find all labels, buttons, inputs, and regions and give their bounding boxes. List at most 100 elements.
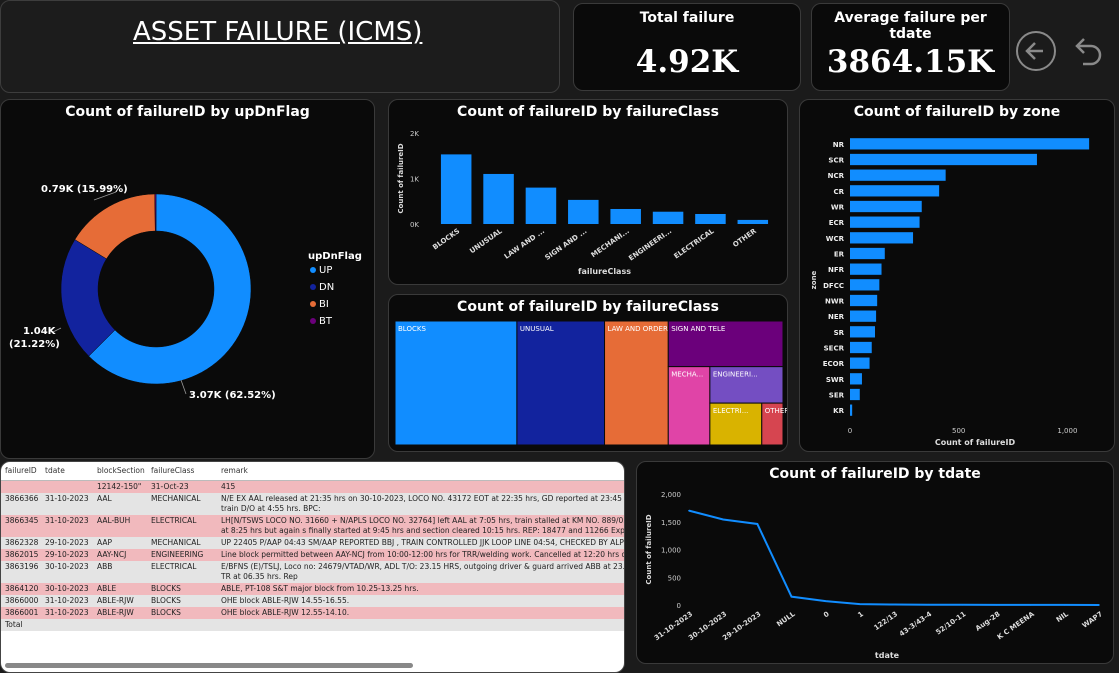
series-line	[688, 509, 1100, 606]
legend-marker-bi	[310, 301, 316, 307]
table-cell-tdate: 30-10-2023	[41, 582, 93, 595]
bar-wr	[850, 200, 922, 213]
legend-title: upDnFlag	[308, 251, 362, 262]
table-cell-remark: OHE block ABLE-RJW 12.55-14.10.	[217, 606, 624, 619]
data-label: 1.04K	[23, 326, 57, 337]
column-header-remark[interactable]: remark	[217, 462, 624, 481]
column-header-failureclass[interactable]: failureClass	[147, 462, 217, 481]
table-row[interactable]: 3862015 29-10-2023 AAY-NCJ ENGINEERING Line …	[1, 548, 624, 561]
y-tick-label: 2K	[410, 130, 419, 138]
table-row[interactable]: 3863196 30-10-2023 ABB ELECTRICAL E/BFNS (E)…	[1, 560, 624, 583]
y-tick-label: NR	[833, 141, 845, 149]
legend-label-bt: BT	[319, 316, 333, 327]
table-cell-blocksection: AAP	[93, 536, 147, 549]
y-tick-label: KR	[833, 407, 844, 415]
data-point	[688, 509, 690, 512]
bar-dfcc	[850, 279, 880, 291]
bar-swr	[850, 373, 862, 385]
column-header-failureid[interactable]: failureID	[1, 462, 41, 481]
kpi-label: Total failure	[639, 10, 735, 26]
y-tick-label: ECR	[829, 219, 845, 227]
data-point	[1064, 604, 1066, 606]
x-axis-label: Count of failureID	[935, 438, 1016, 447]
kpi-average-failure: Average failure per tdate 3864.15K	[811, 3, 1010, 91]
legend-marker-up	[310, 267, 316, 273]
x-tick-label: MECHANI...	[590, 227, 631, 259]
line-chart: 05001,0001,5002,000Count of failureID31-…	[645, 491, 1104, 660]
bar-ner	[850, 310, 877, 322]
x-tick-label: K C MEENA	[996, 610, 1036, 642]
bar-ser	[850, 388, 860, 401]
table-cell-failureid: 3866345	[1, 514, 41, 537]
table-cell-tdate: 31-10-2023	[41, 594, 93, 607]
y-axis-label: Count of failureID	[397, 143, 405, 213]
column-header-tdate[interactable]: tdate	[41, 462, 93, 481]
table-row[interactable]: 3862328 29-10-2023 AAP MECHANICAL UP 22405 P…	[1, 536, 624, 549]
class-treemap-card: Count of failureID by failureClass BLOCK…	[388, 294, 788, 452]
undo-arrow-icon	[1075, 38, 1102, 66]
table-cell-failureclass: 31-Oct-23	[147, 480, 217, 493]
page-title: ASSET FAILURE (ICMS)	[133, 17, 423, 47]
table-row[interactable]: 3866001 31-10-2023 ABLE-RJW BLOCKS OHE block…	[1, 606, 624, 619]
y-tick-label: SR	[834, 329, 845, 337]
kpi-value: 4.92K	[635, 44, 739, 80]
y-tick-label: SWR	[826, 376, 845, 384]
y-tick-label: ER	[834, 251, 845, 259]
table-cell-failureclass: BLOCKS	[147, 582, 217, 595]
y-tick-label: ECOR	[823, 360, 845, 368]
x-tick-label: 52/10-11	[934, 610, 967, 637]
table-cell-tdate: 30-10-2023	[41, 560, 93, 583]
bar-chart: 0K 1K 2K Count of failureID BLOCKS UNUSUAL LAW…	[397, 130, 769, 276]
table-row[interactable]: 3866345 31-10-2023 AAL-BUH ELECTRICAL LH[N/T…	[1, 514, 624, 537]
kpi-value: 3864.15K	[826, 44, 995, 80]
table-row[interactable]: 3866000 31-10-2023 ABLE-RJW BLOCKS OHE block…	[1, 594, 624, 607]
bar-er	[850, 247, 885, 260]
x-tick-label: 43-3/43-4	[898, 610, 933, 638]
x-tick-label: Aug-28	[974, 610, 1002, 633]
table-cell-remark: ABLE, PT-108 S&T major block from 10.25-…	[217, 582, 624, 595]
bar-5	[652, 211, 684, 224]
x-tick-label: 29-10-2023	[721, 610, 762, 642]
x-tick-label: BLOCKS	[431, 227, 461, 251]
table-cell-tdate	[41, 480, 93, 493]
table-cell-tdate	[41, 618, 93, 631]
x-tick-label: WAP7	[1081, 610, 1104, 630]
table-cell-remark: OHE block ABLE-RJW 14.55-16.55.	[217, 594, 624, 607]
bar-ecor	[850, 357, 870, 369]
y-tick-label: 1,000	[661, 547, 681, 555]
legend-label-up: UP	[319, 265, 332, 276]
x-tick-label: UNUSUAL	[468, 227, 504, 255]
table-cell-blocksection	[93, 618, 147, 631]
chart-title: Count of failureID by failureClass	[457, 299, 719, 315]
bar-0	[440, 154, 472, 224]
bar-secr	[850, 341, 872, 354]
table-row[interactable]: Total	[1, 618, 624, 631]
table-cell-failureid: 3866366	[1, 492, 41, 515]
table-cell-failureclass	[147, 618, 217, 631]
x-tick-label: NIL	[1055, 610, 1071, 624]
treemap-tile-1	[516, 320, 606, 446]
updn-chart-card: Count of failureID by upDnFlag 3.07K (62…	[0, 99, 375, 459]
treemap-label: LAW AND ORDER	[608, 325, 668, 333]
column-header-blocksection[interactable]: blockSection	[93, 462, 147, 481]
table-cell-remark: E/BFNS (E)/TSLJ, Loco no: 24679/VTAD/WR,…	[217, 560, 624, 583]
data-point	[859, 603, 861, 605]
table-cell-remark: N/E EX AAL released at 21:35 hrs on 30-1…	[217, 492, 624, 515]
table-row[interactable]: 3866366 31-10-2023 AAL MECHANICAL N/E EX AAL…	[1, 492, 624, 515]
bar-3	[568, 199, 599, 224]
table-cell-failureid: 3866000	[1, 594, 41, 607]
x-tick-label: 1,000	[1057, 427, 1077, 435]
y-tick-label: NCR	[828, 172, 845, 180]
y-tick-label: NER	[828, 313, 845, 321]
table-row[interactable]: 12142-150" 31-Oct-23 415	[1, 480, 624, 493]
horizontal-scrollbar[interactable]	[5, 663, 413, 668]
reset-button[interactable]	[1065, 30, 1107, 72]
legend-label-bi: BI	[319, 299, 329, 310]
table-cell-blocksection: 12142-150"	[93, 480, 147, 493]
table-row[interactable]: 3864120 30-10-2023 ABLE BLOCKS ABLE, PT-108 …	[1, 582, 624, 595]
bar-sr	[850, 326, 875, 338]
back-button[interactable]	[1015, 30, 1057, 72]
table-cell-failureclass: BLOCKS	[147, 606, 217, 619]
y-tick-label: 500	[668, 574, 681, 582]
table-cell-tdate: 29-10-2023	[41, 548, 93, 561]
